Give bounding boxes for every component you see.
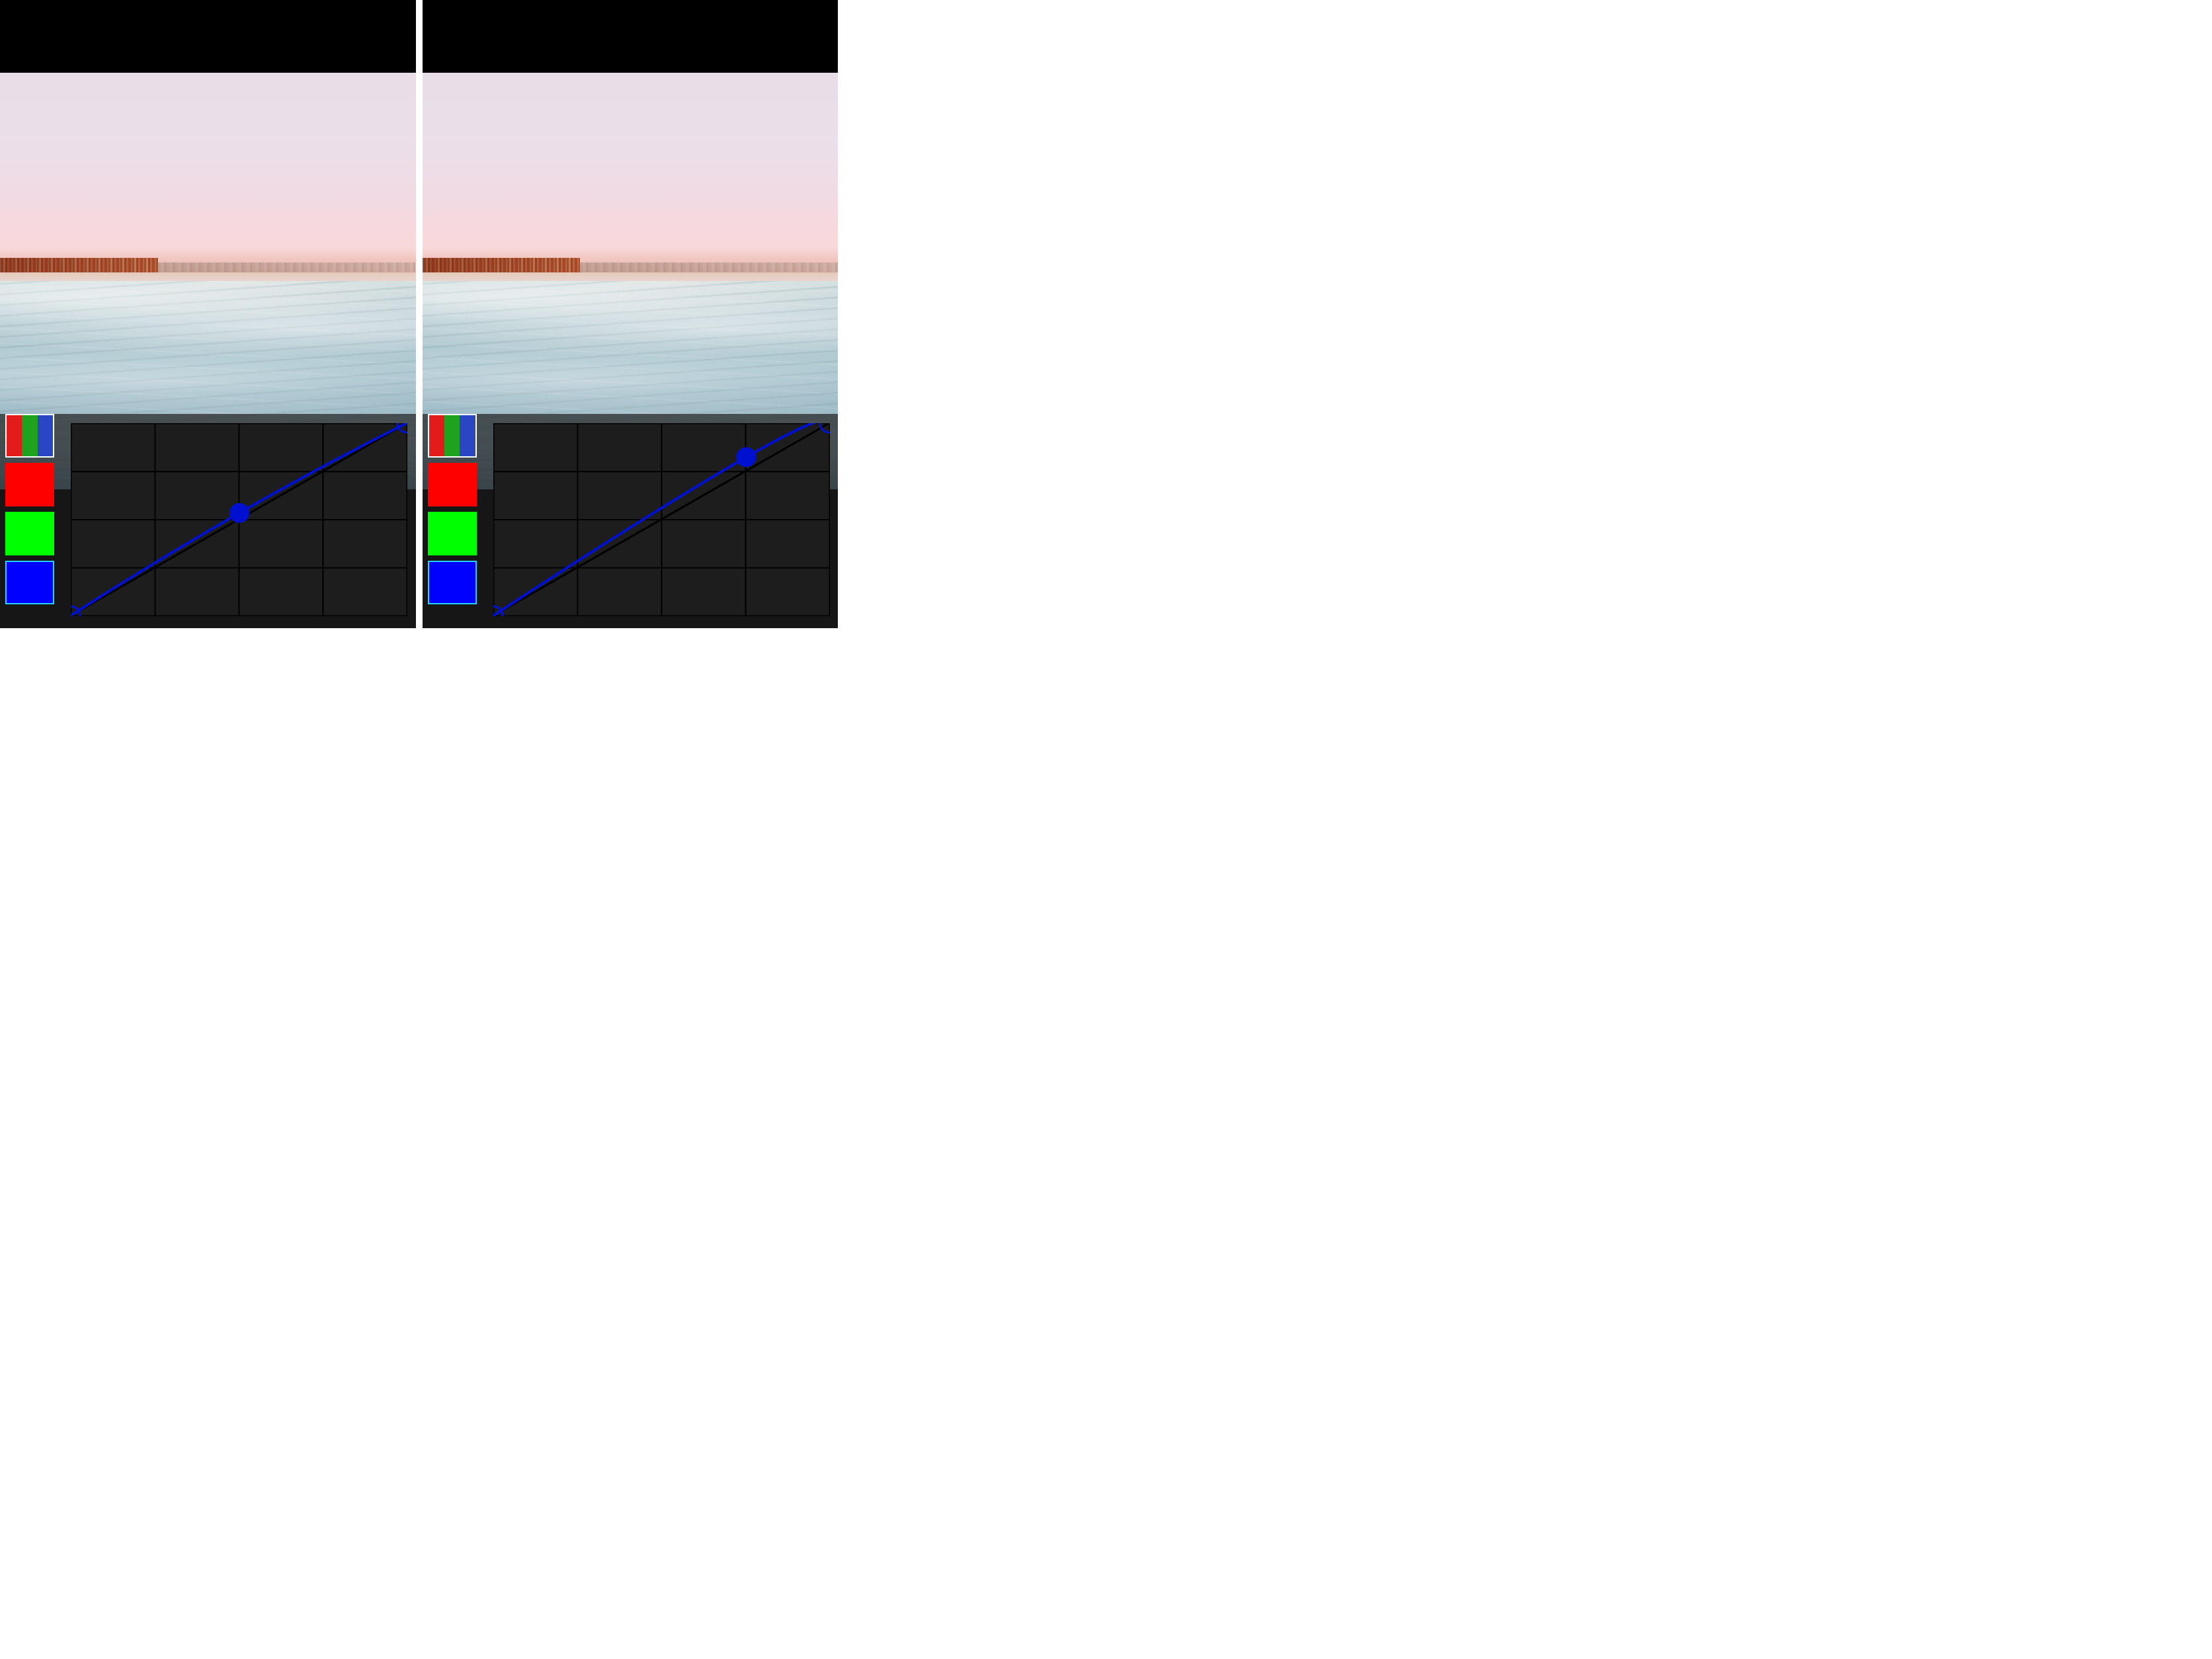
channel-rgb-swatch[interactable]: [5, 414, 54, 458]
curve-control-point[interactable]: [229, 503, 249, 523]
channel-green-swatch[interactable]: [428, 512, 477, 555]
channel-selector: [428, 414, 483, 620]
channel-red-swatch[interactable]: [5, 463, 54, 506]
channel-green-swatch[interactable]: [5, 512, 54, 555]
curve-control-point[interactable]: [736, 447, 756, 467]
editor-pane-before: [0, 0, 416, 628]
editor-pane-after: [423, 0, 839, 628]
channel-red-swatch[interactable]: [428, 463, 477, 506]
curves-graph[interactable]: [493, 423, 830, 616]
channel-blue-swatch[interactable]: [5, 561, 54, 604]
channel-selector: [5, 414, 61, 620]
curves-graph[interactable]: [71, 423, 407, 616]
channel-rgb-swatch[interactable]: [428, 414, 477, 458]
channel-blue-swatch[interactable]: [428, 561, 477, 604]
